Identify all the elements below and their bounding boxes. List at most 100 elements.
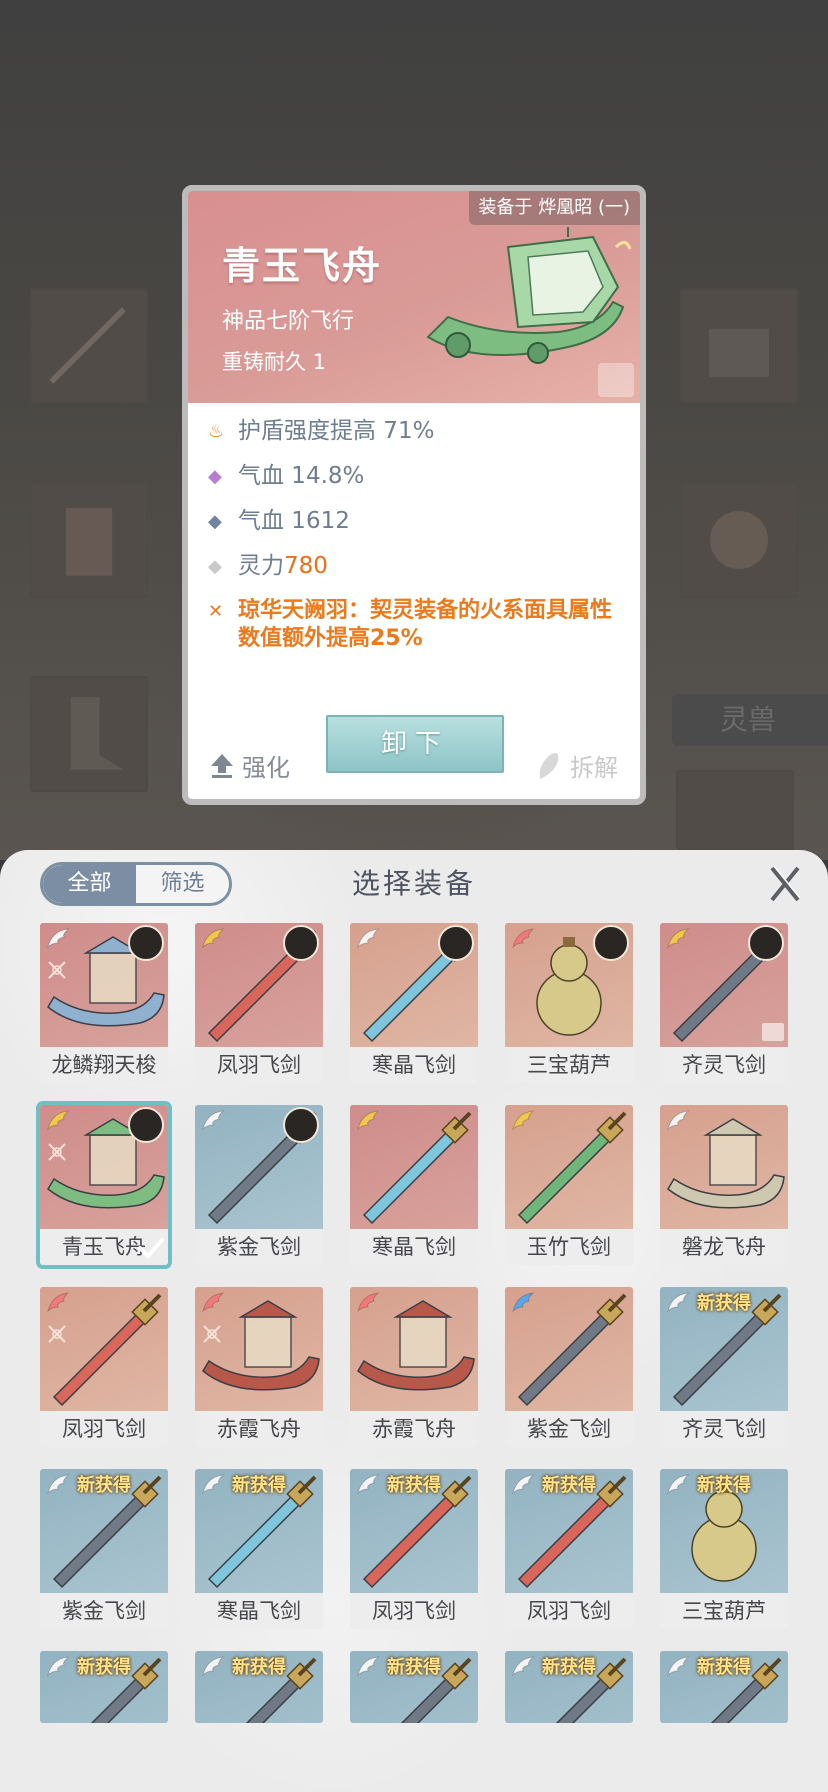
new-acquired-badge: 新获得	[77, 1475, 131, 1496]
equip-slot-weapon[interactable]	[30, 288, 148, 404]
special-effect-text: 琼华天阙羽：契灵装备的火系面具属性数值额外提高25%	[238, 598, 613, 651]
equipment-item[interactable]: 新获得 凤羽飞剑	[505, 1469, 633, 1629]
special-effect: ✕ 琼华天阙羽：契灵装备的火系面具属性数值额外提高25%	[208, 597, 626, 653]
strengthen-button[interactable]: 强化	[210, 748, 290, 783]
equipment-item[interactable]: 青玉飞舟	[36, 1101, 172, 1269]
stat-label: 护盾强度提高 71%	[238, 418, 435, 444]
character-avatar	[128, 1107, 164, 1143]
equipment-item[interactable]: 赤霞飞舟	[195, 1287, 323, 1447]
flying-boat-art-icon	[426, 227, 632, 364]
equipment-item[interactable]: 新获得	[40, 1651, 168, 1723]
equip-slot-boots[interactable]	[30, 676, 148, 792]
equipment-item[interactable]: 凤羽飞剑	[40, 1287, 168, 1447]
new-acquired-badge: 新获得	[697, 1475, 751, 1496]
equipment-item[interactable]: 赤霞飞舟	[350, 1287, 478, 1447]
dismantle-label: 拆解	[570, 754, 618, 782]
equipment-name: 三宝葫芦	[505, 1047, 633, 1083]
spirit-beast-label: 灵兽	[720, 703, 777, 736]
stat-row-hp-flat: ◆ 气血 1612	[208, 507, 626, 536]
equip-slot-armor[interactable]	[30, 482, 148, 598]
equipment-item[interactable]: 新获得 紫金飞剑	[40, 1469, 168, 1629]
equipment-name: 凤羽飞剑	[350, 1593, 478, 1629]
equipment-name: 赤霞飞舟	[195, 1411, 323, 1447]
character-avatar	[438, 925, 474, 961]
wing-quality-icon	[202, 1292, 225, 1313]
equipped-by-label: 装备于 烨凰昭 (一)	[468, 191, 640, 225]
equipment-name: 齐灵飞剑	[660, 1411, 788, 1447]
equipment-item[interactable]: 寒晶飞剑	[350, 1105, 478, 1265]
equipment-item[interactable]: 新获得 齐灵飞剑	[660, 1287, 788, 1447]
equipment-item[interactable]: 新获得 凤羽飞剑	[350, 1469, 478, 1629]
equipment-item[interactable]: 新获得	[195, 1651, 323, 1723]
equipment-item[interactable]: 凤羽飞剑	[195, 923, 323, 1083]
item-title: 青玉飞舟	[222, 244, 383, 288]
equipment-item[interactable]: 龙鳞翔天梭	[40, 923, 168, 1083]
equip-slot-treasure[interactable]	[680, 288, 798, 404]
wing-quality-icon	[667, 928, 690, 949]
wing-quality-icon	[47, 1292, 70, 1313]
select-equipment-sheet: 全部 筛选 选择装备 龙鳞翔天梭 凤羽飞剑 寒晶飞剑 三宝葫芦 齐灵飞剑 青玉飞舟 紫金飞剑…	[0, 850, 828, 1792]
equipment-name: 赤霞飞舟	[350, 1411, 478, 1447]
new-acquired-badge: 新获得	[697, 1657, 751, 1678]
lock-icon[interactable]	[598, 363, 634, 397]
equipment-item[interactable]: 紫金飞剑	[505, 1287, 633, 1447]
equipment-item[interactable]: 齐灵飞剑	[660, 923, 788, 1083]
new-acquired-badge: 新获得	[387, 1657, 441, 1678]
fire-rune-icon	[201, 1323, 223, 1345]
new-acquired-badge: 新获得	[542, 1657, 596, 1678]
wing-quality-icon	[202, 928, 225, 949]
equipment-name: 凤羽飞剑	[505, 1593, 633, 1629]
card-actions: 强化 卸下 拆解	[188, 709, 640, 799]
strengthen-label: 强化	[242, 754, 290, 782]
wing-quality-icon	[202, 1110, 225, 1131]
equipment-item[interactable]: 新获得	[505, 1651, 633, 1723]
equipment-item[interactable]: 新获得	[660, 1651, 788, 1723]
equipment-item[interactable]: 新获得 寒晶飞剑	[195, 1469, 323, 1629]
diamond-gray-icon: ◆	[208, 556, 222, 577]
spirit-beast-tab[interactable]: 灵兽	[672, 694, 828, 746]
unload-button[interactable]: 卸下	[326, 715, 504, 773]
dismantle-button[interactable]: 拆解	[536, 748, 618, 783]
new-acquired-badge: 新获得	[232, 1475, 286, 1496]
equip-slot-pet[interactable]	[676, 770, 794, 850]
wing-quality-icon	[47, 928, 70, 949]
close-icon[interactable]	[768, 864, 802, 904]
equipment-item[interactable]: 紫金飞剑	[195, 1105, 323, 1265]
item-grade: 神品七阶飞行	[222, 309, 355, 334]
equipment-item[interactable]: 磐龙飞舟	[660, 1105, 788, 1265]
equipment-detail-card: 装备于 烨凰昭 (一) 青玉飞舟 神品七阶飞行 重铸耐久 1 ♨ 护盾强度提高 …	[182, 185, 646, 805]
stat-list: ♨ 护盾强度提高 71% ◆ 气血 14.8% ◆ 气血 1612 ◆ 灵力 7…	[188, 403, 640, 653]
stat-row-hp-percent: ◆ 气血 14.8%	[208, 462, 626, 491]
equipment-name: 紫金飞剑	[195, 1229, 323, 1265]
wing-quality-icon	[47, 1110, 70, 1131]
wing-quality-icon	[357, 1110, 380, 1131]
equipment-name: 紫金飞剑	[505, 1411, 633, 1447]
wing-quality-icon	[357, 928, 380, 949]
equipment-name: 玉竹飞剑	[505, 1229, 633, 1265]
equipment-name: 寒晶飞剑	[195, 1593, 323, 1629]
equipment-name: 三宝葫芦	[660, 1593, 788, 1629]
equipment-item[interactable]: 寒晶飞剑	[350, 923, 478, 1083]
stat-value: 780	[284, 553, 328, 579]
equipment-name: 凤羽飞剑	[195, 1047, 323, 1083]
equipment-item[interactable]: 新获得 三宝葫芦	[660, 1469, 788, 1629]
character-avatar	[283, 1107, 319, 1143]
feather-icon	[539, 752, 559, 779]
item-recast: 重铸耐久 1	[222, 350, 327, 374]
equipment-item[interactable]: 新获得	[350, 1651, 478, 1723]
equip-slot-accessory[interactable]	[680, 482, 798, 598]
fire-rune-icon: ✕	[208, 601, 224, 622]
new-acquired-badge: 新获得	[77, 1657, 131, 1678]
new-acquired-badge: 新获得	[697, 1293, 751, 1314]
equipment-name: 寒晶飞剑	[350, 1047, 478, 1083]
equipment-name: 齐灵飞剑	[660, 1047, 788, 1083]
sheet-title: 选择装备	[351, 867, 476, 900]
character-avatar	[128, 925, 164, 961]
stat-row-spirit: ◆ 灵力 780	[208, 552, 626, 581]
diamond-blue-icon: ◆	[208, 511, 222, 532]
wing-quality-icon	[512, 1292, 535, 1313]
equipment-item[interactable]: 玉竹飞剑	[505, 1105, 633, 1265]
character-avatar	[593, 925, 629, 961]
stat-label: 气血 14.8%	[238, 463, 365, 489]
equipment-item[interactable]: 三宝葫芦	[505, 923, 633, 1083]
